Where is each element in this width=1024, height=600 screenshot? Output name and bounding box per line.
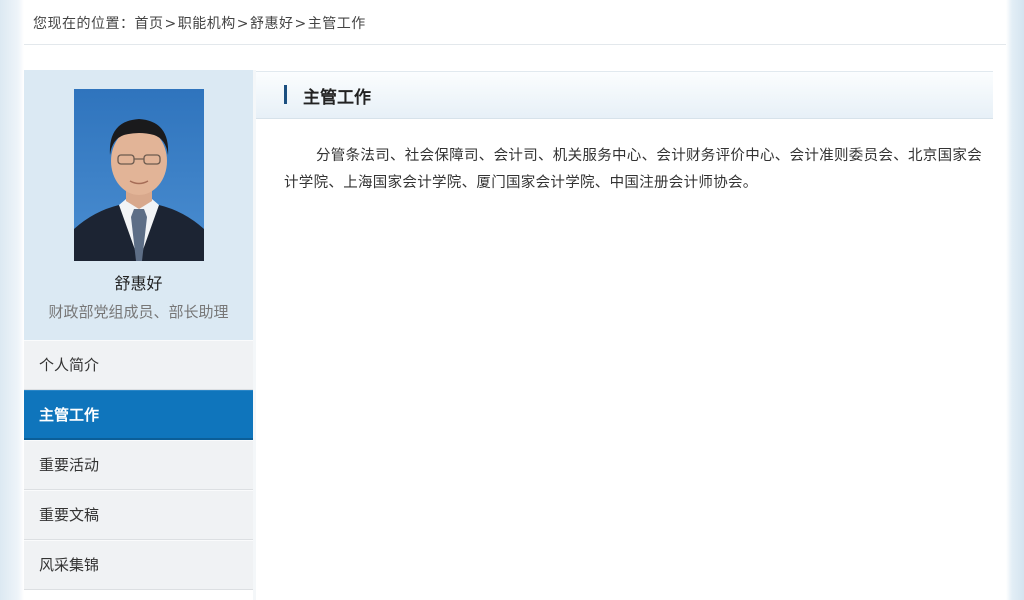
breadcrumb-separator: >	[236, 16, 249, 32]
sidebar-item-speeches[interactable]: 重要文稿	[24, 490, 253, 540]
breadcrumb-separator: >	[294, 16, 307, 32]
profile-card: 舒惠好 财政部党组成员、部长助理	[24, 70, 253, 340]
top-divider	[24, 44, 1006, 45]
portrait-image	[74, 89, 204, 261]
breadcrumb-prefix: 您现在的位置：	[33, 16, 135, 32]
breadcrumb-departments-link[interactable]: 职能机构	[178, 13, 236, 33]
column-divider	[253, 70, 256, 600]
breadcrumb-current: 主管工作	[307, 16, 366, 32]
sidebar-item-activities[interactable]: 重要活动	[24, 440, 253, 490]
profile-title: 财政部党组成员、部长助理	[48, 303, 229, 321]
header-accent-bar	[284, 85, 287, 104]
page-title: 主管工作	[303, 88, 371, 108]
sidebar-item-profile[interactable]: 个人简介	[24, 340, 253, 390]
content-header: 主管工作	[256, 71, 993, 119]
breadcrumb-person-link[interactable]: 舒惠好	[250, 13, 294, 33]
content-body: 分管条法司、社会保障司、会计司、机关服务中心、会计财务评价中心、会计准则委员会、…	[284, 148, 982, 191]
sidebar-nav: 个人简介 主管工作 重要活动 重要文稿 风采集锦	[24, 340, 253, 590]
sidebar-item-gallery[interactable]: 风采集锦	[24, 540, 253, 590]
breadcrumb-separator: >	[164, 16, 177, 32]
sidebar-item-responsibilities[interactable]: 主管工作	[24, 390, 253, 440]
profile-name: 舒惠好	[114, 274, 163, 293]
breadcrumb-home-link[interactable]: 首页	[135, 13, 164, 33]
profile-photo	[74, 89, 204, 261]
sidebar: 舒惠好 财政部党组成员、部长助理 个人简介 主管工作 重要活动 重要文稿 风采集…	[24, 70, 253, 600]
breadcrumb: 您现在的位置：首页>职能机构>舒惠好>主管工作	[33, 13, 366, 33]
